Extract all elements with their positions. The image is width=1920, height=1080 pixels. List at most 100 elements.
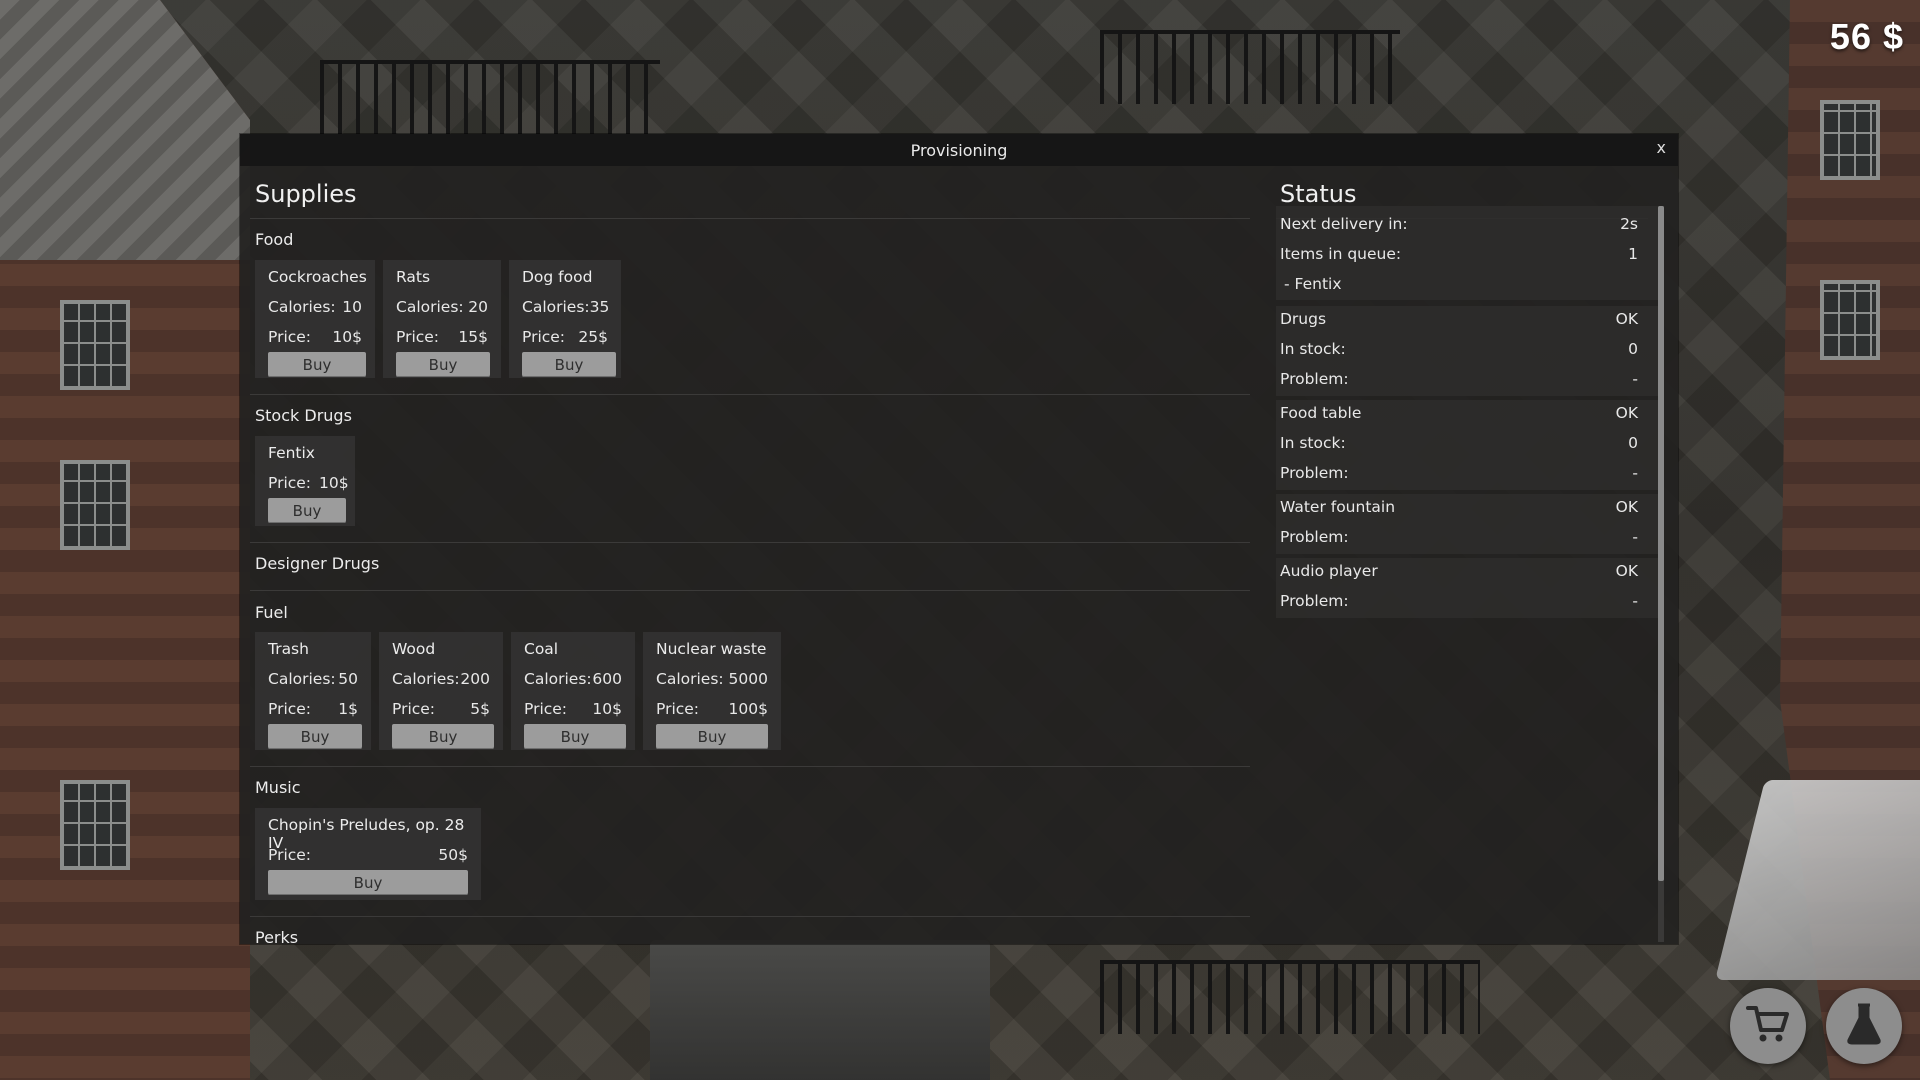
buy-button-chopin-preludes[interactable]: Buy	[268, 870, 468, 895]
supply-card-chopin-preludes: Chopin's Preludes, op. 28 IV Price: 50$ B…	[255, 808, 481, 900]
stock-label: In stock:	[1280, 434, 1346, 452]
queue-item: - Fentix	[1284, 275, 1638, 293]
calories-value: 200	[460, 670, 490, 688]
calories-row: Calories: 200	[392, 670, 490, 688]
drugs-problem-row: Problem: -	[1280, 370, 1638, 388]
buy-button-fentix[interactable]: Buy	[268, 498, 346, 523]
water-fountain-label: Water fountain	[1280, 498, 1396, 516]
stock-value: 0	[1628, 340, 1638, 358]
railing	[1100, 960, 1480, 1034]
category-food: Food	[255, 230, 294, 249]
stock-label: In stock:	[1280, 340, 1346, 358]
calories-value: 10	[342, 298, 362, 316]
food-table-problem-row: Problem: -	[1280, 464, 1638, 482]
railing	[320, 60, 660, 134]
divider	[250, 590, 1250, 591]
price-row: Price: 100$	[656, 700, 768, 718]
problem-value: -	[1632, 370, 1638, 388]
price-label: Price:	[524, 700, 568, 718]
supply-card-cockroaches: Cockroaches Calories: 10 Price: 10$ Buy	[255, 260, 375, 378]
drugs-row: Drugs OK	[1280, 310, 1638, 328]
status-panel: Status Next delivery in: 2s Items in queu…	[1266, 166, 1670, 944]
food-table-row: Food table OK	[1280, 404, 1638, 422]
stock-value: 0	[1628, 434, 1638, 452]
food-table-status: OK	[1615, 404, 1638, 422]
calories-row: Calories: 35	[522, 298, 609, 316]
item-name: Nuclear waste	[656, 640, 767, 658]
price-value: 50$	[438, 846, 468, 864]
price-value: 25$	[578, 328, 608, 346]
truck	[650, 940, 990, 1080]
supply-card-dog-food: Dog food Calories: 35 Price: 25$ Buy	[509, 260, 621, 378]
scrollbar-thumb[interactable]	[1658, 206, 1664, 881]
buy-button-rats[interactable]: Buy	[396, 352, 490, 377]
flask-icon	[1844, 1002, 1884, 1050]
queue-label: Items in queue:	[1280, 245, 1402, 263]
supply-card-fentix: Fentix Price: 10$ Buy	[255, 436, 355, 526]
category-perks: Perks	[255, 928, 299, 944]
problem-label: Problem:	[1280, 370, 1349, 388]
calories-row: Calories: 20	[396, 298, 488, 316]
price-value: 100$	[728, 700, 768, 718]
price-label: Price:	[268, 700, 312, 718]
buy-button-trash[interactable]: Buy	[268, 724, 362, 749]
problem-value: -	[1632, 592, 1638, 610]
queue-value: 1	[1628, 245, 1638, 263]
price-value: 15$	[458, 328, 488, 346]
supply-card-coal: Coal Calories: 600 Price: 10$ Buy	[511, 632, 635, 750]
price-row: Price: 25$	[522, 328, 608, 346]
problem-label: Problem:	[1280, 592, 1349, 610]
close-button[interactable]: x	[1657, 138, 1666, 157]
food-table-label: Food table	[1280, 404, 1362, 422]
price-row: Price: 15$	[396, 328, 488, 346]
audio-player-row: Audio player OK	[1280, 562, 1638, 580]
price-label: Price:	[392, 700, 436, 718]
audio-player-problem-row: Problem: -	[1280, 592, 1638, 610]
problem-label: Problem:	[1280, 464, 1349, 482]
shop-button[interactable]	[1730, 988, 1806, 1064]
audio-player-label: Audio player	[1280, 562, 1378, 580]
item-name: Coal	[524, 640, 559, 658]
next-delivery-value: 2s	[1620, 215, 1638, 233]
calories-row: Calories: 600	[524, 670, 622, 688]
price-value: 10$	[319, 474, 349, 492]
supplies-heading: Supplies	[255, 180, 357, 208]
divider	[250, 542, 1250, 543]
price-row: Price: 5$	[392, 700, 490, 718]
calories-label: Calories:	[656, 670, 724, 688]
window-pane	[60, 300, 130, 390]
buy-button-wood[interactable]: Buy	[392, 724, 494, 749]
calories-label: Calories:	[392, 670, 460, 688]
calories-row: Calories: 10	[268, 298, 362, 316]
calories-value: 5000	[728, 670, 768, 688]
calories-value: 20	[468, 298, 488, 316]
drugs-label: Drugs	[1280, 310, 1327, 328]
category-stock-drugs: Stock Drugs	[255, 406, 352, 425]
calories-value: 50	[338, 670, 358, 688]
buy-button-cockroaches[interactable]: Buy	[268, 352, 366, 377]
price-row: Price: 10$	[524, 700, 622, 718]
window-titlebar[interactable]: Provisioning x	[240, 134, 1678, 166]
price-value: 1$	[338, 700, 358, 718]
buy-button-nuclear-waste[interactable]: Buy	[656, 724, 768, 749]
drugs-status: OK	[1615, 310, 1638, 328]
next-delivery-row: Next delivery in: 2s	[1280, 215, 1638, 233]
food-table-stock-row: In stock: 0	[1280, 434, 1638, 452]
divider	[250, 394, 1250, 395]
research-button[interactable]	[1826, 988, 1902, 1064]
category-designer-drugs: Designer Drugs	[255, 554, 380, 573]
audio-player-status: OK	[1615, 562, 1638, 580]
price-row: Price: 10$	[268, 474, 349, 492]
divider	[250, 766, 1250, 767]
window-title: Provisioning	[910, 140, 1008, 160]
price-row: Price: 1$	[268, 700, 358, 718]
price-label: Price:	[268, 846, 312, 864]
category-fuel: Fuel	[255, 603, 288, 622]
buy-button-coal[interactable]: Buy	[524, 724, 626, 749]
category-music: Music	[255, 778, 301, 797]
item-name: Rats	[396, 268, 431, 286]
buy-button-dog-food[interactable]: Buy	[522, 352, 616, 377]
supplies-panel: Supplies Food Cockroaches Calories: 10 Pr…	[240, 166, 1260, 944]
price-label: Price:	[396, 328, 440, 346]
calories-label: Calories:	[268, 298, 336, 316]
